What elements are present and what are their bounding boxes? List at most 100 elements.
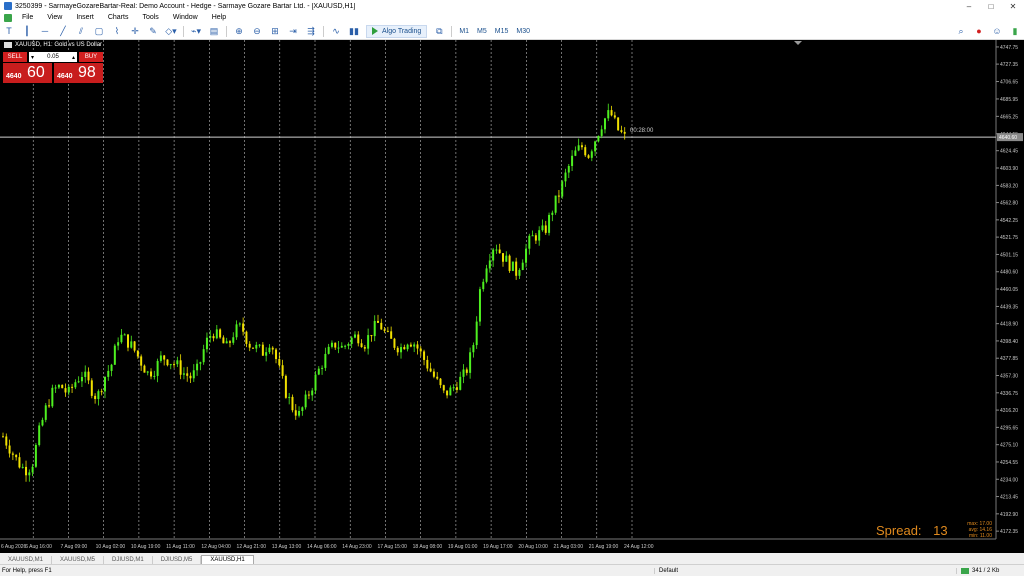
chart-window[interactable]: 4747.754727.354706.654685.954665.254644.…	[0, 40, 1024, 553]
time-tick-label: 6 Aug 16:00	[25, 544, 52, 550]
indicators-icon[interactable]: ⌁▾	[189, 25, 203, 37]
line-chart-icon[interactable]: ∿	[329, 25, 343, 37]
spread-stats: max: 17.00 avg: 14.16 min: 11.00	[960, 521, 992, 539]
menu-window[interactable]: Window	[166, 14, 205, 21]
bullish-candle	[28, 472, 31, 476]
bullish-candle	[538, 230, 541, 241]
bullish-candle	[34, 444, 37, 467]
bullish-candle	[344, 345, 347, 347]
text-tool-icon[interactable]: T	[2, 25, 16, 37]
minimize-button[interactable]: –	[958, 2, 980, 11]
toolbar-separator	[451, 25, 453, 37]
menu-view[interactable]: View	[40, 14, 69, 21]
bearish-candle	[163, 355, 166, 360]
price-tick-label: 4418.90	[1000, 322, 1018, 328]
tab-xauusd-h1[interactable]: XAUUSD,H1	[201, 555, 254, 564]
bearish-candle	[446, 390, 449, 396]
tab-djiusd-m1[interactable]: DJIUSD,M1	[104, 556, 153, 564]
trendline-icon[interactable]: ╱	[56, 25, 70, 37]
timeframe-m1[interactable]: M1	[455, 28, 473, 35]
buy-price-box[interactable]: 4640 98	[54, 63, 103, 83]
bullish-candle	[413, 344, 416, 347]
price-tick-label: 4213.45	[1000, 495, 1018, 501]
timeframe-m15[interactable]: M15	[491, 28, 513, 35]
bearish-candle	[15, 454, 18, 458]
bullish-candle	[235, 324, 238, 338]
chart-shift-icon[interactable]: ⇥	[286, 25, 300, 37]
price-tick-label: 4439.35	[1000, 304, 1018, 310]
bullish-candle	[321, 367, 324, 369]
bearish-candle	[416, 344, 419, 349]
menu-tools[interactable]: Tools	[135, 14, 165, 21]
fibonacci-icon[interactable]: ⌇	[110, 25, 124, 37]
bearish-candle	[620, 130, 623, 132]
close-button[interactable]: ✕	[1002, 2, 1024, 11]
bearish-candle	[18, 457, 21, 468]
bearish-candle	[242, 323, 245, 332]
price-tick-label: 4398.40	[1000, 339, 1018, 345]
bullish-candle	[564, 172, 567, 182]
maximize-button[interactable]: □	[980, 2, 1002, 11]
notifications-icon[interactable]: ●	[972, 25, 986, 37]
menu-file[interactable]: File	[15, 14, 40, 21]
lot-increase-icon[interactable]: ▴	[72, 54, 75, 61]
rectangle-icon[interactable]: ▢	[92, 25, 106, 37]
templates-icon[interactable]: ▤	[207, 25, 221, 37]
menu-help[interactable]: Help	[205, 14, 233, 21]
search-icon[interactable]: ⌕	[954, 25, 968, 37]
buy-button[interactable]: BUY	[79, 52, 103, 62]
bullish-candle	[113, 345, 116, 365]
bullish-candle	[103, 376, 106, 392]
signal-icon[interactable]: ▮	[1008, 25, 1022, 37]
account-icon[interactable]: ☺	[990, 25, 1004, 37]
menu-charts[interactable]: Charts	[101, 14, 136, 21]
bullish-candle	[462, 369, 465, 377]
autoscroll-icon[interactable]: ⇶	[304, 25, 318, 37]
lot-size-field[interactable]: ▾ 0.05 ▴	[29, 52, 77, 62]
bullish-candle	[21, 466, 24, 468]
bearish-candle	[275, 349, 278, 360]
menu-insert[interactable]: Insert	[69, 14, 101, 21]
time-tick-label: 10 Aug 02:00	[96, 544, 126, 550]
bullish-candle	[117, 342, 120, 346]
bullish-candle	[169, 364, 172, 366]
tile-windows-icon[interactable]: ⊞	[268, 25, 282, 37]
zoom-in-icon[interactable]: ⊕	[232, 25, 246, 37]
lot-value[interactable]: 0.05	[47, 54, 59, 60]
vertical-line-icon[interactable]: ┃	[20, 25, 34, 37]
bullish-candle	[373, 320, 376, 337]
tab-djiusd-m5[interactable]: DJIUSD,M5	[153, 556, 202, 564]
bullish-candle	[123, 334, 126, 336]
tab-xauusd-m5[interactable]: XAUUSD,M5	[52, 556, 105, 564]
crosshair-icon[interactable]: ✛	[128, 25, 142, 37]
bullish-candle	[176, 360, 179, 365]
algo-trading-button[interactable]: Algo Trading	[366, 24, 428, 38]
bullish-candle	[492, 249, 495, 261]
menu-bar: File View Insert Charts Tools Window Hel…	[0, 12, 1024, 23]
timeframe-m30[interactable]: M30	[512, 28, 534, 35]
bullish-candle	[452, 387, 455, 389]
tab-xauusd-m1[interactable]: XAUUSD,M1	[0, 556, 53, 564]
price-chart[interactable]: 4747.754727.354706.654685.954665.254644.…	[0, 40, 1024, 553]
bearish-candle	[307, 394, 310, 396]
status-connection[interactable]: 341 / 2 Kb	[956, 567, 999, 574]
horizontal-line-icon[interactable]: ─	[38, 25, 52, 37]
bearish-candle	[219, 329, 222, 338]
lot-decrease-icon[interactable]: ▾	[31, 54, 34, 61]
bullish-candle	[146, 371, 149, 373]
time-tick-label: 17 Aug 15:00	[377, 544, 407, 550]
new-order-icon[interactable]: ⧉	[432, 25, 446, 37]
bearish-candle	[390, 331, 393, 339]
pen-icon[interactable]: ✎	[146, 25, 160, 37]
sell-price-box[interactable]: 4640 60	[3, 63, 52, 83]
channel-icon[interactable]: ⫽	[74, 25, 88, 37]
shapes-dropdown-icon[interactable]: ◇▾	[164, 25, 178, 37]
bullish-candle	[367, 335, 370, 349]
sell-button[interactable]: SELL	[3, 52, 27, 62]
price-tick-label: 4624.45	[1000, 149, 1018, 155]
zoom-out-icon[interactable]: ⊖	[250, 25, 264, 37]
status-profile[interactable]: Default	[654, 567, 956, 574]
timeframe-m5[interactable]: M5	[473, 28, 491, 35]
bar-chart-icon[interactable]: ▮▮	[347, 25, 361, 37]
bearish-candle	[610, 110, 613, 116]
